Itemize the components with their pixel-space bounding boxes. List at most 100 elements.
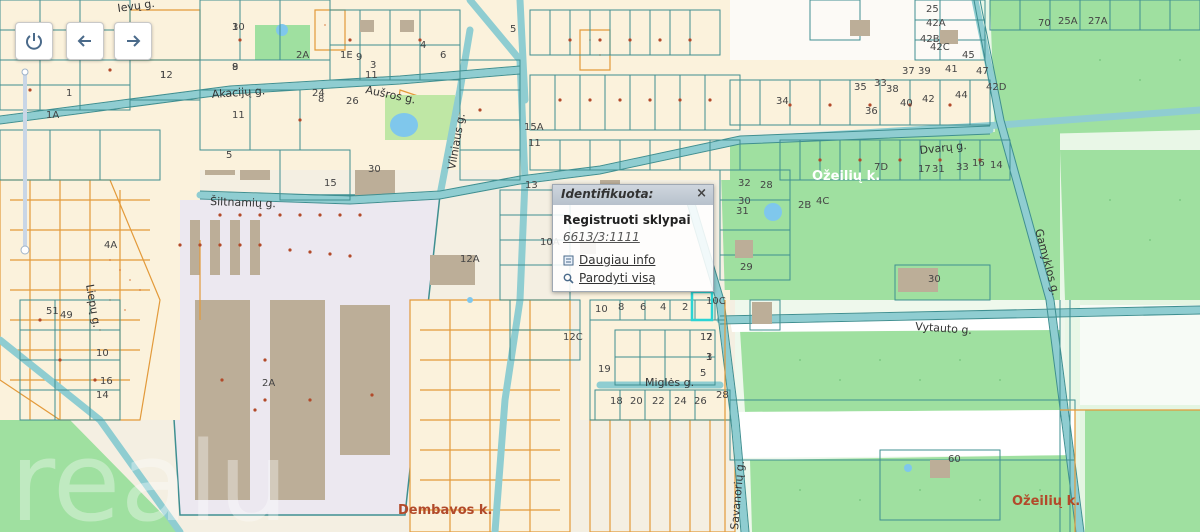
house-number: 26 (346, 96, 359, 107)
forward-button[interactable] (114, 22, 152, 60)
house-number: 39 (918, 66, 931, 77)
info-icon (563, 255, 574, 265)
house-number: 5 (226, 150, 232, 161)
popup-header: Identifikuota: × (553, 185, 713, 205)
house-number: 14 (990, 160, 1003, 171)
house-number: 12C (563, 332, 583, 343)
house-number: 5 (510, 24, 516, 35)
house-number: 15 (324, 178, 337, 189)
more-info-label: Daugiau info (579, 253, 656, 267)
house-number: 42 (922, 94, 935, 105)
house-number: 10 (96, 348, 109, 359)
house-number: 2A (296, 50, 309, 61)
house-number: 40 (900, 98, 913, 109)
house-number: 7 (706, 332, 712, 343)
place-label: Ožeilių k. (812, 169, 880, 184)
house-number: 16 (100, 376, 113, 387)
house-number: 11 (365, 70, 378, 81)
more-info-link[interactable]: Daugiau info (563, 253, 703, 267)
house-number: 42C (930, 42, 950, 53)
house-number: 44 (955, 90, 968, 101)
show-all-link[interactable]: Parodyti visą (563, 271, 703, 285)
house-number: 34 (776, 96, 789, 107)
house-number: 13 (525, 180, 538, 191)
house-number: 10 (595, 304, 608, 315)
house-number: 6 (440, 50, 446, 61)
house-number: 28 (716, 390, 729, 401)
show-all-label: Parodyti visą (579, 271, 656, 285)
parcel-code-link[interactable]: 6613/3:1111 (563, 230, 703, 244)
house-number: 8 (232, 62, 238, 73)
place-label: Ožeilių k. (1012, 494, 1080, 509)
house-number: 28 (760, 180, 773, 191)
power-button[interactable] (15, 22, 53, 60)
identify-popup: Identifikuota: × Registruoti sklypai 661… (552, 184, 714, 292)
watermark: realu (10, 418, 288, 532)
back-button[interactable] (66, 22, 104, 60)
house-number: 60 (948, 454, 961, 465)
house-number: 11 (528, 138, 541, 149)
house-number: 33 (874, 78, 887, 89)
house-number: 25A (1058, 16, 1078, 27)
house-number: 4A (104, 240, 117, 251)
house-number: 22 (652, 396, 665, 407)
house-number: 1 (160, 70, 166, 81)
house-number: 24 (674, 396, 687, 407)
house-number: 15A (524, 122, 544, 133)
house-number: 1 (66, 88, 72, 99)
house-number: 10C (706, 296, 726, 307)
house-number: 32 (738, 178, 751, 189)
house-number: 1E (340, 50, 353, 61)
place-label: Dembavos k. (398, 503, 493, 518)
house-number: 70 (1038, 18, 1051, 29)
popup-header-label: Identifikuota: (561, 187, 654, 201)
house-number: 27A (1088, 16, 1108, 27)
house-number: 10 (232, 22, 245, 33)
power-icon (26, 33, 42, 50)
house-number: 35 (854, 82, 867, 93)
house-number: 41 (945, 64, 958, 75)
house-number: 16 (972, 158, 985, 169)
house-number: 36 (865, 106, 878, 117)
arrow-left-icon (77, 35, 91, 47)
house-number: 33 (956, 162, 969, 173)
close-icon[interactable]: × (696, 186, 707, 201)
house-number: 8 (618, 302, 624, 313)
house-number: 6 (640, 302, 646, 313)
house-number: 5 (700, 368, 706, 379)
house-number: 45 (962, 50, 975, 61)
house-number: 29 (740, 262, 753, 273)
house-number: 2 (682, 302, 688, 313)
house-number: 38 (886, 84, 899, 95)
house-number: 30 (368, 164, 381, 175)
house-number: 31 (932, 164, 945, 175)
house-number: 4 (420, 40, 426, 51)
house-number: 19 (598, 364, 611, 375)
house-number: 20 (630, 396, 643, 407)
house-number: 30 (738, 196, 751, 207)
house-number: 42A (926, 18, 946, 29)
house-number: 51 (46, 306, 59, 317)
house-number: 8 (318, 94, 324, 105)
house-number: 31 (736, 206, 749, 217)
house-number: 2B (798, 200, 811, 211)
house-number: 25 (926, 4, 939, 15)
house-number: 37 (902, 66, 915, 77)
house-number: 42D (986, 82, 1007, 93)
street-label: Šiltnamių g. (210, 195, 276, 210)
house-number: 1A (46, 110, 59, 121)
house-number: 30 (928, 274, 941, 285)
house-number: 14 (96, 390, 109, 401)
street-label: Miglės g. (645, 376, 694, 389)
house-number: 3 (370, 60, 376, 71)
search-icon (563, 273, 574, 284)
house-number: 9 (356, 52, 362, 63)
house-number: 4C (816, 196, 829, 207)
house-number: 4 (660, 302, 666, 313)
house-number: 18 (610, 396, 623, 407)
house-number: 17 (918, 164, 931, 175)
house-number: 11 (232, 110, 245, 121)
house-number: 7D (874, 162, 888, 173)
house-number: 49 (60, 310, 73, 321)
house-number: 12A (460, 254, 480, 265)
